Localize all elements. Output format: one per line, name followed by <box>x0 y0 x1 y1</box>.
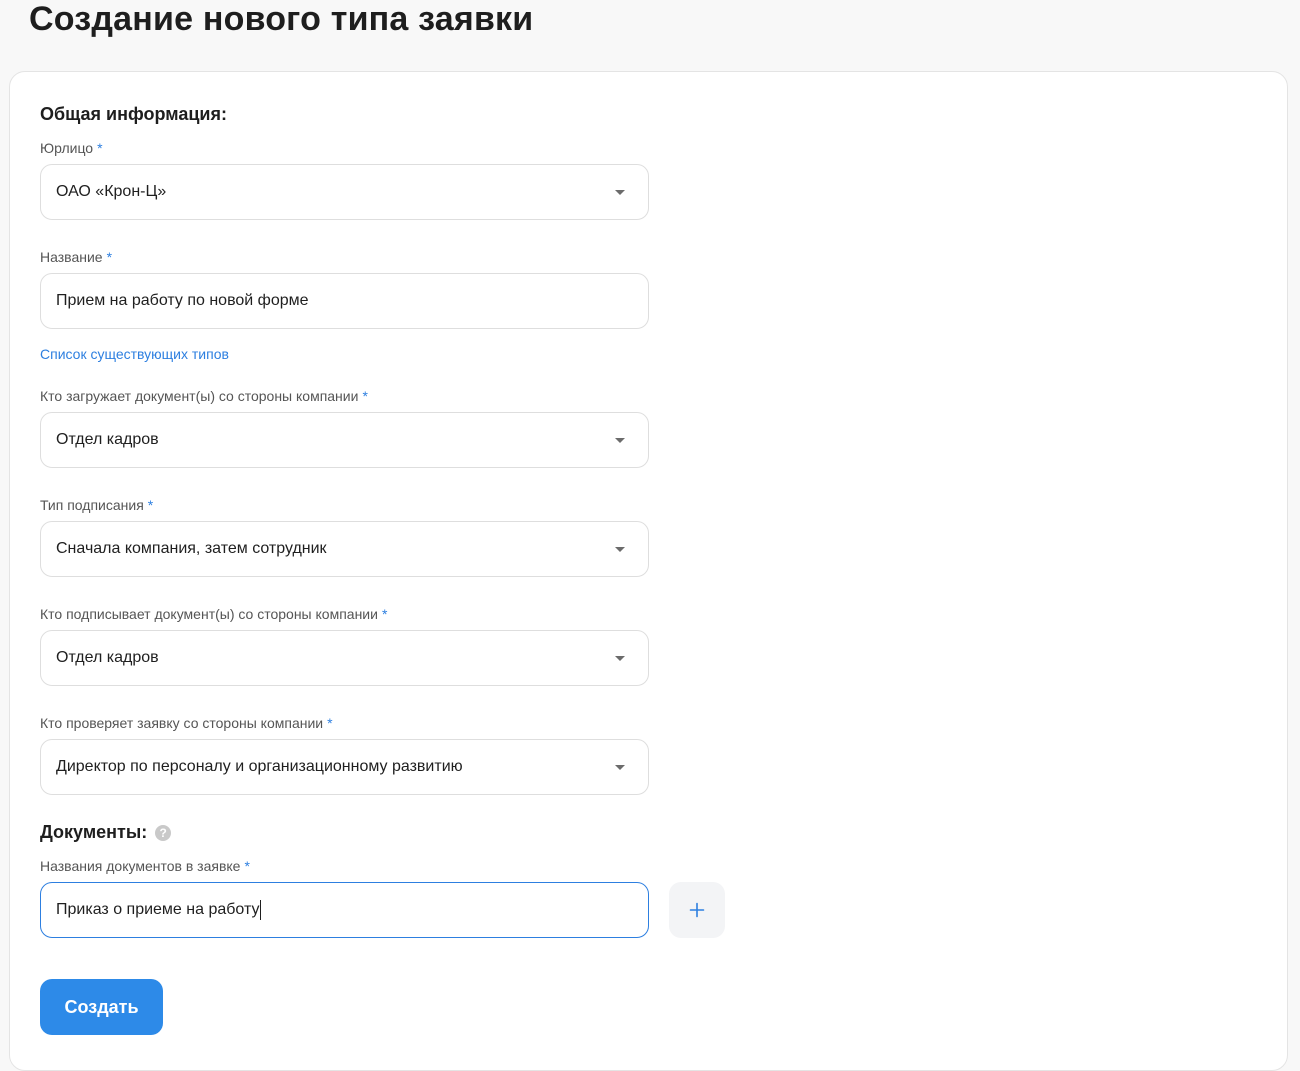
chevron-down-icon <box>615 189 625 195</box>
chevron-down-icon <box>615 764 625 770</box>
chevron-down-icon <box>615 546 625 552</box>
reviewer-select[interactable]: Директор по персоналу и организационному… <box>40 739 649 795</box>
doc-name-value-wrap: Приказ о приеме на работу <box>56 900 632 920</box>
plus-icon <box>689 902 705 918</box>
name-input[interactable]: Прием на работу по новой форме <box>40 273 649 329</box>
required-mark: * <box>362 388 368 404</box>
name-label: Название * <box>40 248 112 266</box>
uploader-value: Отдел кадров <box>56 431 159 448</box>
signing-type-label: Тип подписания * <box>40 496 153 514</box>
reviewer-label: Кто проверяет заявку со стороны компании… <box>40 714 333 732</box>
legal-entity-value: ОАО «Крон-Ц» <box>56 183 167 200</box>
signer-select[interactable]: Отдел кадров <box>40 630 649 686</box>
name-value: Прием на работу по новой форме <box>56 292 309 309</box>
required-mark: * <box>327 715 333 731</box>
uploader-label: Кто загружает документ(ы) со стороны ком… <box>40 387 368 405</box>
legal-entity-select[interactable]: ОАО «Крон-Ц» <box>40 164 649 220</box>
required-mark: * <box>147 497 154 513</box>
chevron-down-icon <box>615 437 625 443</box>
uploader-select[interactable]: Отдел кадров <box>40 412 649 468</box>
reviewer-label-text: Кто проверяет заявку со стороны компании <box>40 715 324 731</box>
text-cursor <box>260 900 262 920</box>
form-card: Общая информация: Юрлицо * ОАО «Крон-Ц» Н… <box>9 71 1288 1071</box>
signing-type-select[interactable]: Сначала компания, затем сотрудник <box>40 521 649 577</box>
name-label-text: Название <box>40 249 103 265</box>
add-document-button[interactable] <box>669 882 725 938</box>
general-section-title: Общая информация: <box>40 104 227 124</box>
required-mark: * <box>381 606 388 622</box>
create-button[interactable]: Создать <box>40 979 163 1035</box>
signing-type-value: Сначала компания, затем сотрудник <box>56 540 327 557</box>
signer-value: Отдел кадров <box>56 649 159 666</box>
chevron-down-icon <box>615 655 625 661</box>
signer-label-text: Кто подписывает документ(ы) со стороны к… <box>40 606 378 622</box>
signing-type-label-text: Тип подписания <box>40 497 144 513</box>
doc-names-label: Названия документов в заявке * <box>40 857 250 875</box>
doc-name-value: Приказ о приеме на работу <box>56 901 260 919</box>
documents-section-title-text: Документы: <box>40 822 148 842</box>
required-mark: * <box>97 140 103 156</box>
required-mark: * <box>106 249 113 265</box>
uploader-label-text: Кто загружает документ(ы) со стороны ком… <box>40 388 359 404</box>
existing-types-link[interactable]: Список существующих типов <box>40 345 229 363</box>
doc-name-input[interactable]: Приказ о приеме на работу <box>40 882 649 938</box>
reviewer-value: Директор по персоналу и организационному… <box>56 758 463 775</box>
documents-section-title: Документы:? <box>40 821 172 843</box>
legal-entity-label: Юрлицо * <box>40 139 103 157</box>
required-mark: * <box>244 858 250 874</box>
question-circle-icon[interactable]: ? <box>155 825 172 841</box>
signer-label: Кто подписывает документ(ы) со стороны к… <box>40 605 387 623</box>
legal-entity-label-text: Юрлицо <box>40 140 94 156</box>
page-title: Создание нового типа заявки <box>29 0 534 38</box>
doc-names-label-text: Названия документов в заявке <box>40 858 241 874</box>
